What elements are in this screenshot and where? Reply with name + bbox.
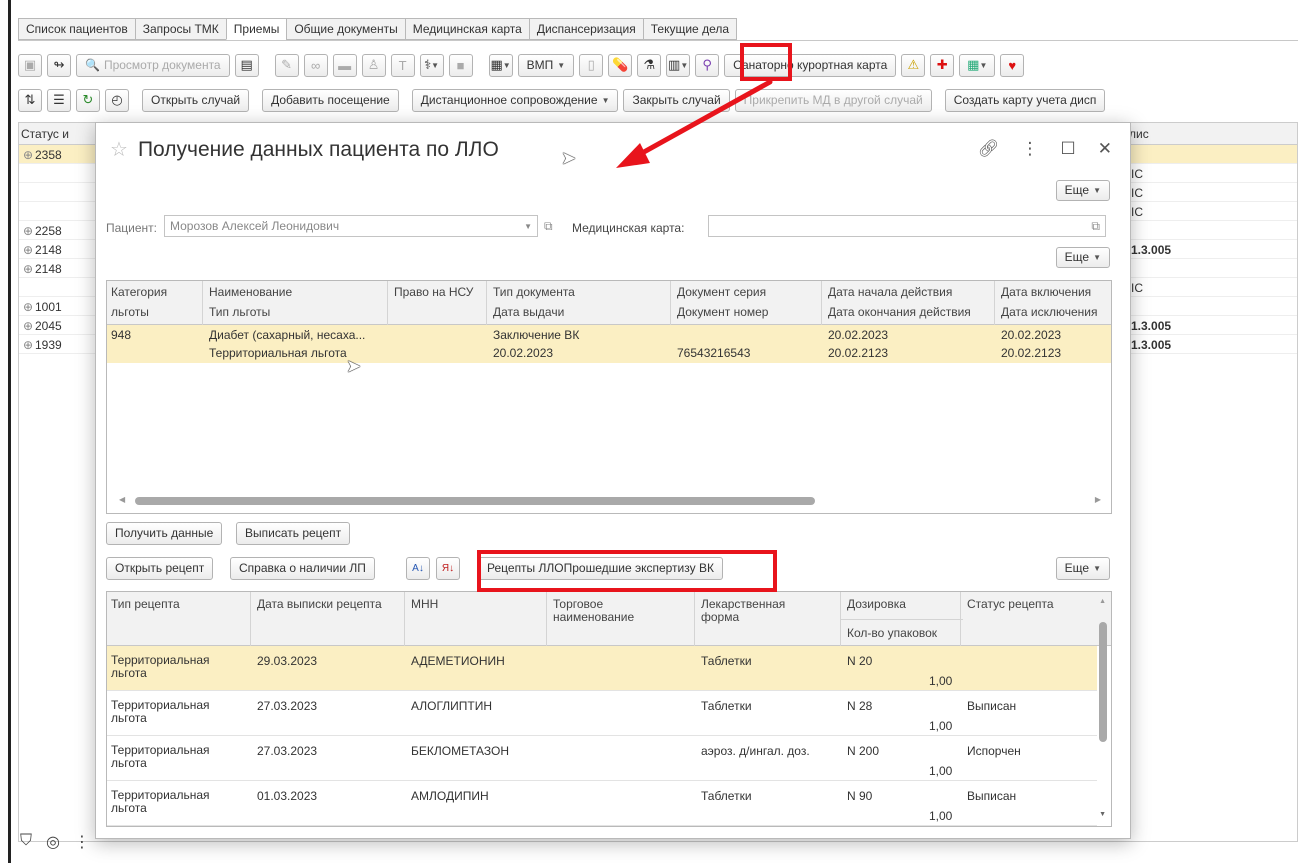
camera-icon[interactable]: ◎ — [46, 832, 60, 852]
bookmark-icon[interactable]: ⛉ — [20, 832, 32, 852]
more-vertical-icon[interactable]: ⋮ — [74, 832, 90, 852]
callout-arrow — [616, 79, 773, 168]
bottom-bar: ⛉ ◎ ⋮ — [20, 832, 90, 852]
